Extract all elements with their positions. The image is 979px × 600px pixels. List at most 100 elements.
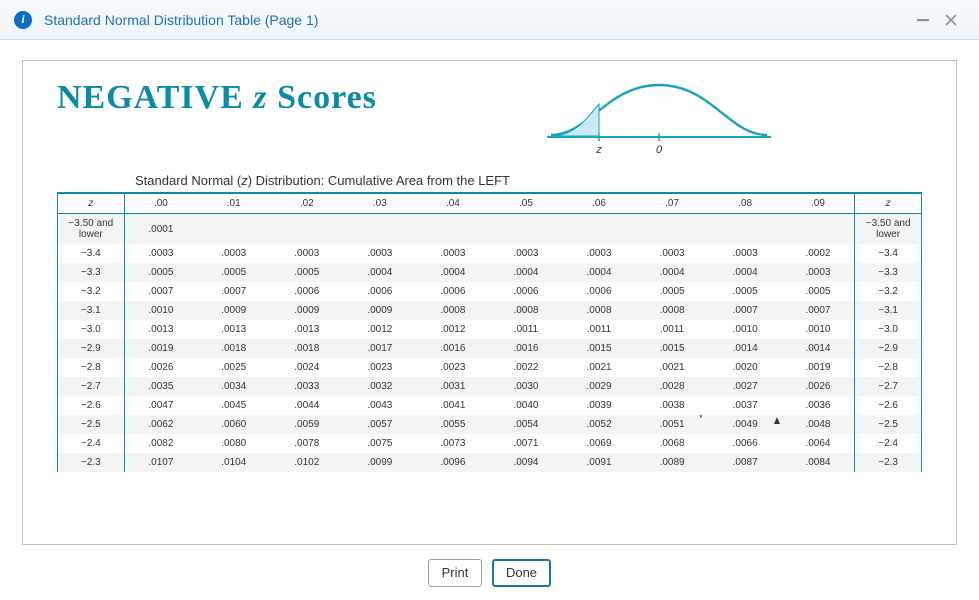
row-label-right: −2.3 bbox=[855, 453, 922, 472]
minimize-button[interactable] bbox=[909, 6, 937, 34]
cell: .0031 bbox=[416, 377, 489, 396]
cell: .0107 bbox=[124, 453, 197, 472]
cell: .0052 bbox=[563, 415, 636, 434]
cell: .0025 bbox=[197, 358, 270, 377]
cell: .0026 bbox=[782, 377, 855, 396]
cell: .0028 bbox=[636, 377, 709, 396]
row-label-right: −3.1 bbox=[855, 301, 922, 320]
col-header-06: .06 bbox=[563, 193, 636, 214]
row-label: −2.5 bbox=[58, 415, 125, 434]
row-label-right: −2.8 bbox=[855, 358, 922, 377]
normal-curve-figure: z 0 bbox=[377, 79, 922, 159]
row-label: −3.2 bbox=[58, 282, 125, 301]
cell: .0006 bbox=[489, 282, 562, 301]
cell: .0006 bbox=[270, 282, 343, 301]
cell: .0003 bbox=[270, 244, 343, 263]
row-label: −3.0 bbox=[58, 320, 125, 339]
cell: .0001 bbox=[124, 214, 197, 245]
document-page: NEGATIVE z Scores z 0 Standard Normal (z… bbox=[22, 60, 957, 545]
cell: .0006 bbox=[563, 282, 636, 301]
print-button[interactable]: Print bbox=[428, 559, 482, 587]
cell: .0015 bbox=[563, 339, 636, 358]
col-header-07: .07 bbox=[636, 193, 709, 214]
cell bbox=[782, 214, 855, 245]
cell: .0096 bbox=[416, 453, 489, 472]
row-label: −3.1 bbox=[58, 301, 125, 320]
cell: .0009 bbox=[197, 301, 270, 320]
cell: .0087 bbox=[709, 453, 782, 472]
cell: .0099 bbox=[343, 453, 416, 472]
cell: .0011 bbox=[563, 320, 636, 339]
table-row: −3.4.0003.0003.0003.0003.0003.0003.0003.… bbox=[58, 244, 922, 263]
col-header-01: .01 bbox=[197, 193, 270, 214]
cell: .0102 bbox=[270, 453, 343, 472]
cell: .0036 bbox=[782, 396, 855, 415]
cell: .0004 bbox=[343, 263, 416, 282]
row-label-right: −2.4 bbox=[855, 434, 922, 453]
cell: .0010 bbox=[124, 301, 197, 320]
cell: .0008 bbox=[563, 301, 636, 320]
axis-label-z: z bbox=[596, 144, 603, 156]
cell bbox=[563, 214, 636, 245]
cell: .0007 bbox=[124, 282, 197, 301]
cell: .0040 bbox=[489, 396, 562, 415]
cell: .0060 bbox=[197, 415, 270, 434]
table-header-row: z.00.01.02.03.04.05.06.07.08.09z bbox=[58, 193, 922, 214]
cell: .0003 bbox=[124, 244, 197, 263]
table-row: −2.3.0107.0104.0102.0099.0096.0094.0091.… bbox=[58, 453, 922, 472]
cell: .0024 bbox=[270, 358, 343, 377]
cell: .0064 bbox=[782, 434, 855, 453]
cell: .0051 bbox=[636, 415, 709, 434]
row-label-right: −3.50 andlower bbox=[855, 214, 922, 245]
col-header-02: .02 bbox=[270, 193, 343, 214]
cell: .0010 bbox=[709, 320, 782, 339]
table-row: −3.1.0010.0009.0009.0009.0008.0008.0008.… bbox=[58, 301, 922, 320]
cell: .0032 bbox=[343, 377, 416, 396]
row-label: −2.7 bbox=[58, 377, 125, 396]
cell bbox=[343, 214, 416, 245]
cell: .0022 bbox=[489, 358, 562, 377]
cell: .0037 bbox=[709, 396, 782, 415]
table-row: −3.2.0007.0007.0006.0006.0006.0006.0006.… bbox=[58, 282, 922, 301]
cell: .0012 bbox=[416, 320, 489, 339]
cell: .0054 bbox=[489, 415, 562, 434]
table-caption: Standard Normal (z) Distribution: Cumula… bbox=[135, 173, 922, 188]
table-row: −2.6.0047.0045.0044.0043.0041.0040.0039.… bbox=[58, 396, 922, 415]
cell: .0009 bbox=[343, 301, 416, 320]
cell: .0005 bbox=[197, 263, 270, 282]
cell: .0049 bbox=[709, 415, 782, 434]
cell: .0018 bbox=[197, 339, 270, 358]
row-label-right: −2.6 bbox=[855, 396, 922, 415]
done-button[interactable]: Done bbox=[492, 559, 551, 587]
col-header-03: .03 bbox=[343, 193, 416, 214]
cell: .0005 bbox=[709, 282, 782, 301]
row-label: −2.4 bbox=[58, 434, 125, 453]
cell: .0008 bbox=[636, 301, 709, 320]
cell: .0073 bbox=[416, 434, 489, 453]
cell bbox=[416, 214, 489, 245]
cell: .0035 bbox=[124, 377, 197, 396]
cell: .0038 bbox=[636, 396, 709, 415]
cell bbox=[270, 214, 343, 245]
cell: .0003 bbox=[197, 244, 270, 263]
document-frame: NEGATIVE z Scores z 0 Standard Normal (z… bbox=[0, 40, 979, 545]
window-header: i Standard Normal Distribution Table (Pa… bbox=[0, 0, 979, 40]
cell: .0009 bbox=[270, 301, 343, 320]
cell: .0004 bbox=[709, 263, 782, 282]
cell: .0002 bbox=[782, 244, 855, 263]
footer-bar: Print Done bbox=[0, 545, 979, 600]
cell: .0007 bbox=[709, 301, 782, 320]
table-row: −3.0.0013.0013.0013.0012.0012.0011.0011.… bbox=[58, 320, 922, 339]
cell: .0013 bbox=[197, 320, 270, 339]
cell: .0004 bbox=[636, 263, 709, 282]
close-button[interactable] bbox=[937, 6, 965, 34]
cell: .0029 bbox=[563, 377, 636, 396]
cell: .0003 bbox=[782, 263, 855, 282]
cell: .0075 bbox=[343, 434, 416, 453]
cell: .0008 bbox=[416, 301, 489, 320]
cell: .0003 bbox=[709, 244, 782, 263]
cell: .0003 bbox=[416, 244, 489, 263]
cell: .0005 bbox=[270, 263, 343, 282]
cell: .0016 bbox=[489, 339, 562, 358]
cell: .0013 bbox=[124, 320, 197, 339]
